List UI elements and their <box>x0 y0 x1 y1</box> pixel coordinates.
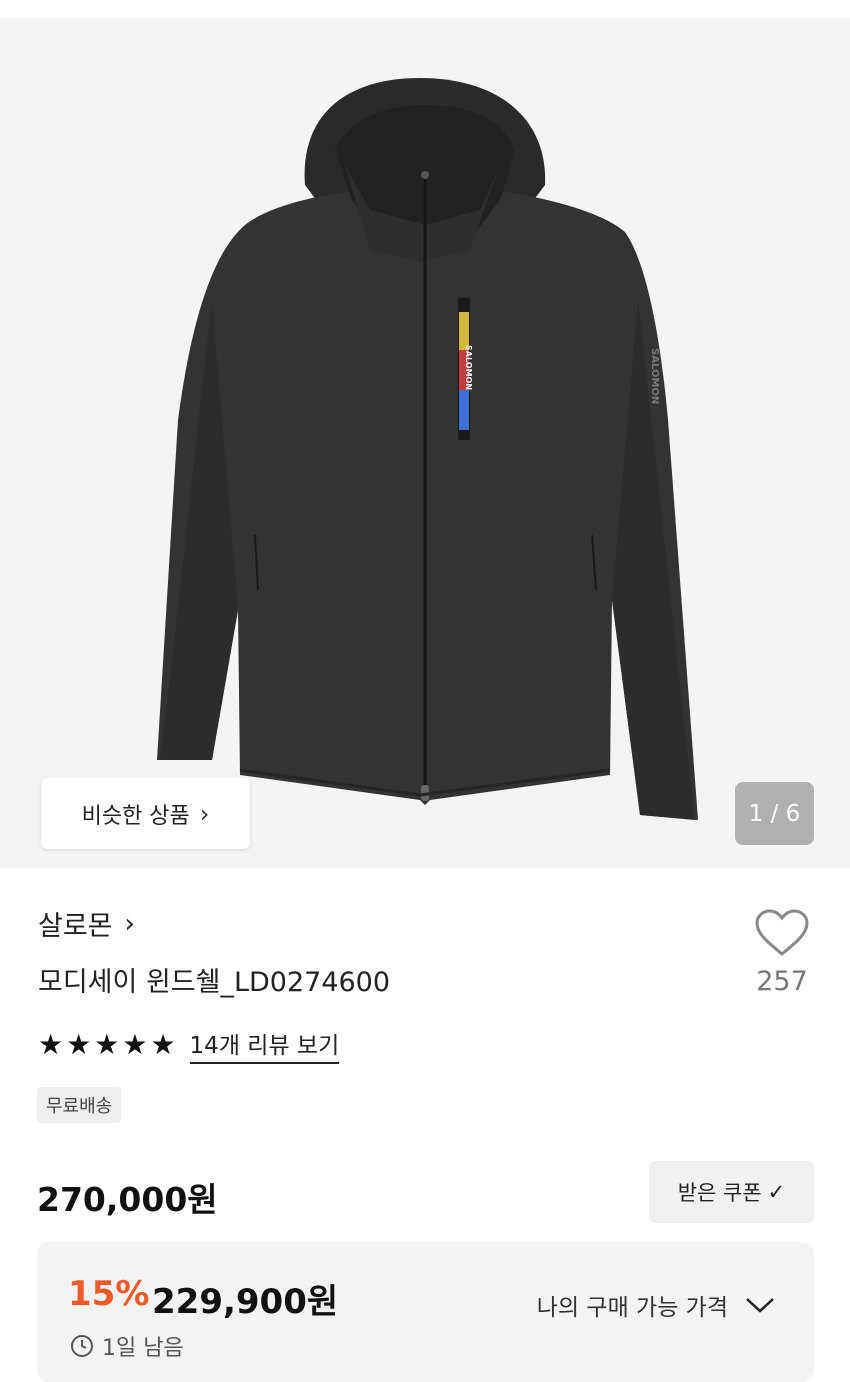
star-icon: ★ <box>122 1028 148 1061</box>
chest-logo-text: SALOMON <box>464 345 473 390</box>
brand-name: 살로몬 <box>38 911 113 942</box>
check-icon: ✓ <box>767 1180 786 1204</box>
rating-row: ★ ★ ★ ★ ★ 14개 리뷰 보기 <box>38 1026 340 1064</box>
time-remaining-label: 1일 남음 <box>102 1336 184 1361</box>
brand-link[interactable]: 살로몬 › <box>38 904 135 943</box>
similar-products-label: 비슷한 상품 <box>81 803 190 829</box>
review-link[interactable]: 14개 리뷰 보기 <box>189 1026 340 1064</box>
like-count: 257 <box>756 966 808 997</box>
star-icon: ★ <box>94 1028 120 1061</box>
original-price: 270,000원 <box>37 1180 218 1219</box>
sleeve-logo-text: SALOMON <box>649 348 660 404</box>
image-counter: 1 / 6 <box>735 782 814 845</box>
top-strip <box>0 0 850 18</box>
star-icon: ★ <box>66 1028 92 1061</box>
star-icon: ★ <box>38 1028 64 1061</box>
chevron-right-icon: › <box>124 908 135 939</box>
discount-rate: 15% <box>68 1274 150 1314</box>
free-shipping-badge: 무료배송 <box>37 1087 122 1123</box>
similar-products-button[interactable]: 비슷한 상품 › <box>41 778 250 849</box>
my-price-label: 나의 구매 가능 가격 <box>536 1295 728 1321</box>
chevron-down-icon <box>746 1298 774 1313</box>
product-info: 살로몬 › 모디세이 윈드쉘_LD0274600 257 ★ ★ ★ ★ ★ 14개 리… <box>0 868 850 1382</box>
my-price-panel[interactable]: 15% 229,900원 1일 남음 나의 구매 가능 가격 <box>37 1242 814 1382</box>
product-image-jacket: SALOMON SALOMON <box>157 78 698 820</box>
coupon-button[interactable]: 받은 쿠폰 ✓ <box>649 1161 814 1223</box>
clock-icon <box>71 1335 93 1357</box>
product-image-carousel[interactable]: SALOMON SALOMON 비슷한 상품 › 1 / 6 <box>0 18 850 868</box>
chevron-right-icon: › <box>199 799 210 828</box>
rating-stars: ★ ★ ★ ★ ★ <box>38 1031 176 1059</box>
sale-price: 229,900원 <box>152 1282 339 1322</box>
heart-icon <box>755 909 809 956</box>
star-icon: ★ <box>150 1028 176 1061</box>
coupon-label: 받은 쿠폰 <box>677 1181 762 1205</box>
my-price-toggle[interactable]: 나의 구매 가능 가격 <box>537 1288 776 1322</box>
time-remaining: 1일 남음 <box>70 1330 184 1362</box>
like-button[interactable]: 257 <box>750 908 814 997</box>
product-name: 모디세이 윈드쉘_LD0274600 <box>38 967 391 998</box>
